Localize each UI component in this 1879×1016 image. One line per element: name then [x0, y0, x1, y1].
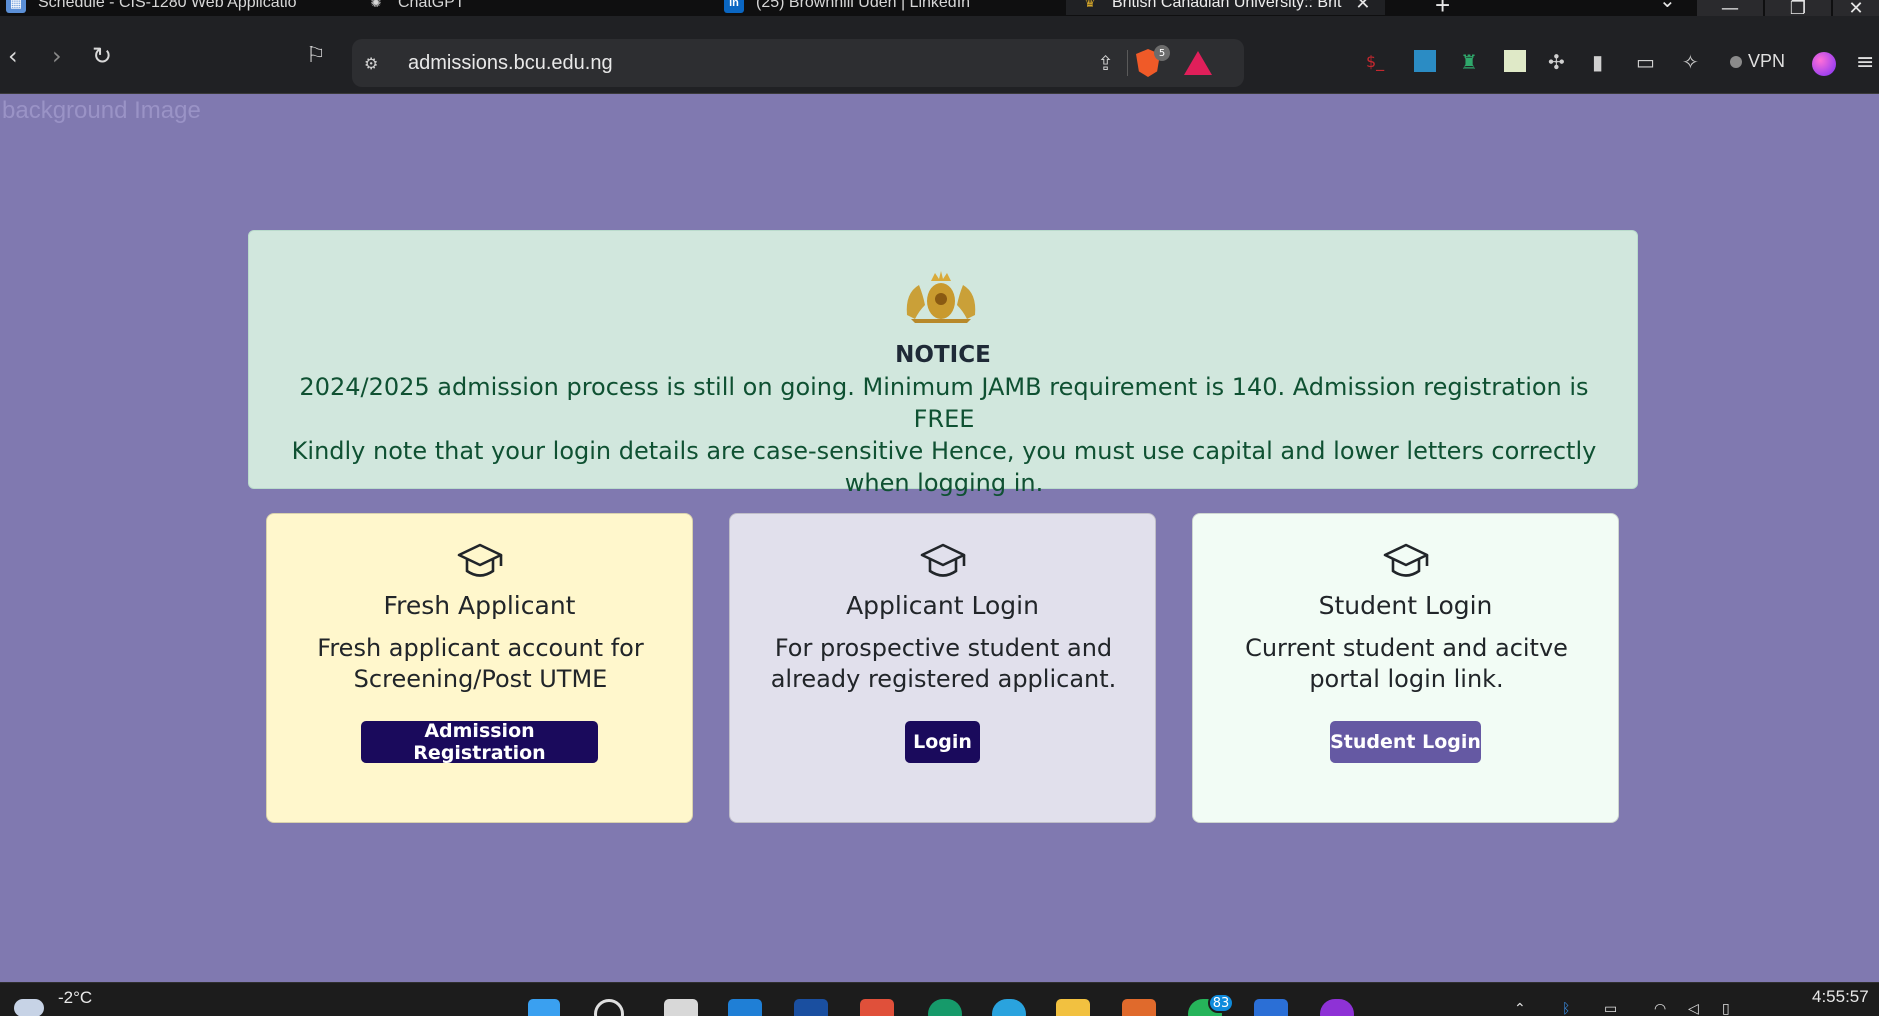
app-heart-icon[interactable]	[1122, 999, 1156, 1016]
browser-tab-bar: ▦ Schedule - CIS-1280 Web Applicatio ✺ C…	[0, 0, 1879, 16]
notice-line-admission: 2024/2025 admission process is still on …	[299, 373, 1589, 433]
fresh-applicant-card: Fresh Applicant Fresh applicant account …	[266, 513, 693, 823]
wifi-icon[interactable]: ◠	[1654, 1001, 1666, 1016]
tab-schedule[interactable]: ▦ Schedule - CIS-1280 Web Applicatio	[6, 0, 297, 15]
back-icon[interactable]: ‹	[8, 44, 18, 68]
divider	[1127, 50, 1128, 76]
notice-line-login: Kindly note that your login details are …	[291, 437, 1597, 497]
applicant-login-button[interactable]: Login	[905, 721, 980, 763]
extension-sheet-icon[interactable]	[1504, 50, 1526, 72]
card-description: Fresh applicant account for Screening/Po…	[317, 634, 644, 693]
telegram-icon[interactable]	[992, 999, 1026, 1016]
background-image-alt-text: background Image	[2, 97, 201, 124]
start-icon[interactable]	[528, 999, 560, 1016]
chevron-up-icon[interactable]: ⌃	[1514, 1001, 1526, 1016]
chat-icon[interactable]: ▭	[1604, 1001, 1617, 1016]
reload-icon[interactable]: ↻	[92, 44, 112, 68]
card-title: Applicant Login	[846, 591, 1039, 620]
weather-temperature[interactable]: -2°C	[58, 988, 92, 1008]
chatgpt-icon: ✺	[370, 0, 382, 10]
graduation-cap-icon	[457, 543, 503, 577]
notification-badge: 83	[1208, 993, 1234, 1013]
extensions-icon[interactable]: ✣	[1548, 50, 1565, 74]
tab-title: (25) Brownhill Udeh | LinkedIn	[756, 0, 971, 11]
vpn-button[interactable]: VPN	[1730, 51, 1785, 72]
close-tab-icon[interactable]: ✕	[1355, 0, 1370, 14]
app-infinity-icon[interactable]	[1320, 999, 1354, 1016]
student-login-card: Student Login Current student and acitve…	[1192, 513, 1619, 823]
extension-price-icon[interactable]: $_	[1366, 50, 1384, 74]
forward-icon[interactable]: ›	[52, 44, 62, 68]
student-login-button[interactable]: Student Login	[1330, 721, 1481, 763]
site-settings-icon[interactable]: ⚙	[364, 54, 388, 73]
url-text[interactable]: admissions.bcu.edu.ng	[408, 52, 613, 75]
weather-cloud-icon[interactable]	[14, 999, 44, 1016]
vpn-status-icon	[1730, 55, 1742, 68]
vpn-label: VPN	[1748, 51, 1786, 71]
task-view-icon[interactable]	[664, 999, 698, 1016]
crest-icon: ♛	[1084, 0, 1096, 10]
extension-grid-icon[interactable]	[1414, 50, 1436, 72]
rewards-icon[interactable]	[1184, 51, 1212, 75]
tab-chatgpt[interactable]: ✺ ChatGPT	[366, 0, 465, 15]
sidebar-icon[interactable]: ▮	[1592, 50, 1603, 74]
graduation-cap-icon	[920, 543, 966, 577]
card-title: Student Login	[1318, 591, 1493, 620]
schedule-icon: ▦	[6, 0, 26, 13]
card-title: Fresh Applicant	[383, 591, 576, 620]
leo-ai-icon[interactable]: ✧	[1682, 50, 1699, 74]
tab-title: ChatGPT	[398, 0, 465, 11]
tab-linkedin[interactable]: in (25) Brownhill Udeh | LinkedIn	[724, 0, 970, 15]
tab-title: British Canadian University:: Brit	[1112, 0, 1342, 11]
linkedin-icon: in	[724, 0, 744, 13]
file-explorer-icon[interactable]	[1056, 999, 1090, 1016]
profile-avatar[interactable]	[1812, 52, 1836, 76]
notice-panel: NOTICE 2024/2025 admission process is st…	[248, 230, 1638, 497]
wallet-icon[interactable]: ▭	[1636, 50, 1655, 74]
crest-icon	[906, 271, 976, 323]
share-icon[interactable]: ⇪	[1097, 51, 1114, 75]
bluetooth-icon[interactable]: ᛒ	[1562, 1001, 1570, 1016]
applicant-login-card: Applicant Login For prospective student …	[729, 513, 1156, 823]
graduation-cap-icon	[1383, 543, 1429, 577]
chevron-down-icon[interactable]: ⌄	[1659, 0, 1676, 12]
notice-text: 2024/2025 admission process is still on …	[273, 371, 1615, 499]
restore-button[interactable]: ❐	[1765, 0, 1831, 16]
brave-browser-icon[interactable]	[860, 999, 894, 1016]
clock[interactable]: 4:55:57	[1812, 987, 1869, 1007]
grammarly-icon[interactable]	[928, 999, 962, 1016]
close-window-button[interactable]: ✕	[1833, 0, 1879, 16]
card-description: For prospective student and already regi…	[770, 634, 1117, 693]
taskbar: -2°C 83 ⌃ ᛒ ▭ ◠ ◁ ▯ 4:55:57	[0, 982, 1879, 1016]
search-icon[interactable]	[594, 999, 624, 1016]
new-tab-button[interactable]: +	[1435, 0, 1450, 16]
extension-figure-icon[interactable]: ♜	[1460, 50, 1478, 74]
shield-count-badge: 5	[1154, 45, 1170, 61]
tab-bcu[interactable]: ♛ British Canadian University:: Brit ✕	[1066, 0, 1385, 15]
bookmark-icon[interactable]: ⚐	[306, 45, 326, 67]
battery-icon[interactable]: ▯	[1722, 1001, 1730, 1016]
card-description: Current student and acitve portal login …	[1245, 634, 1568, 693]
volume-icon[interactable]: ◁	[1688, 1001, 1699, 1016]
prime-video-icon[interactable]	[794, 999, 828, 1016]
menu-icon[interactable]: ≡	[1856, 50, 1874, 75]
intellij-icon[interactable]	[1254, 999, 1288, 1016]
minimize-button[interactable]: —	[1697, 0, 1763, 16]
address-bar[interactable]: ⚙ admissions.bcu.edu.ng ⇪ 5	[352, 39, 1244, 87]
vscode-icon[interactable]	[728, 999, 762, 1016]
admission-registration-button[interactable]: Admission Registration	[361, 720, 598, 764]
browser-toolbar: ‹ › ↻ ⚐ ⚙ admissions.bcu.edu.ng ⇪ 5 $_ ♜…	[0, 16, 1879, 94]
notice-title: NOTICE	[895, 342, 991, 368]
tab-title: Schedule - CIS-1280 Web Applicatio	[38, 0, 297, 11]
